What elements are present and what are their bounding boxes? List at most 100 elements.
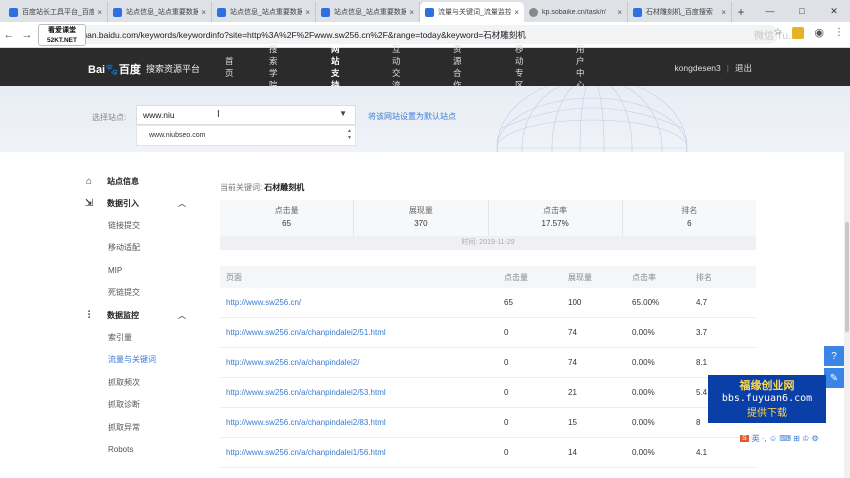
close-tab-icon[interactable]: × — [305, 8, 310, 17]
close-tab-icon[interactable]: × — [97, 8, 102, 17]
sidebar-item[interactable]: 抓取诊断 — [82, 394, 192, 417]
stats-summary: 点击量 65 展现量 370 点击率 17.57% 排名 6 — [220, 200, 756, 236]
browser-tab-title: 站点信息_站点重要数据... — [126, 9, 199, 16]
browser-tab[interactable]: 站点信息_站点重要数据... × — [108, 2, 212, 22]
nav-item[interactable]: 互动交流 — [392, 44, 401, 90]
column-header[interactable]: 页面 — [220, 272, 504, 283]
close-tab-icon[interactable]: × — [409, 8, 414, 17]
globe-icon — [529, 7, 538, 17]
nav-item[interactable]: 资源合作 — [453, 44, 462, 90]
page-link[interactable]: http://www.sw256.cn/a/chanpindalei2/53.h… — [220, 388, 504, 397]
close-tab-icon[interactable]: × — [514, 8, 519, 17]
nav-item[interactable]: 首页 — [225, 48, 234, 86]
baidu-favicon-icon — [425, 7, 434, 17]
sidebar-group-label: 数据监控 — [107, 310, 139, 320]
browser-tab[interactable]: 站点信息_站点重要数据... × — [212, 2, 316, 22]
close-tab-icon[interactable]: × — [721, 8, 726, 17]
extension-icon[interactable] — [792, 26, 805, 39]
nav-item[interactable]: 网站支持 — [331, 44, 340, 90]
table-cell: 4.1 — [696, 448, 708, 457]
browser-tab[interactable]: 流量与关键词_流量监控... × — [420, 2, 524, 22]
sidebar-group[interactable]: ⫶ 数据监控 ︿ — [82, 304, 192, 326]
set-default-site-link[interactable]: 将该网站设置为默认站点 — [368, 111, 456, 122]
browser-tab[interactable]: 百度站长工具平台_百度... × — [4, 2, 108, 22]
menu-icon[interactable]: ⋮ — [834, 27, 844, 38]
promo-banner: 福缘创业网 bbs.fuyuan6.com 提供下载 — [708, 375, 826, 423]
sidebar-group[interactable]: ⇲ 数据引入 ︿ — [82, 192, 192, 214]
time-label: 时间: 2019-11-29 — [220, 236, 756, 250]
close-tab-icon[interactable]: × — [617, 8, 622, 17]
browser-tab-title: 站点信息_站点重要数据... — [334, 9, 407, 16]
nav-item[interactable]: 用户中心 — [576, 44, 585, 90]
back-arrow-icon[interactable]: ← — [0, 29, 18, 41]
nav-item[interactable]: 移动专区 — [515, 44, 524, 90]
browser-tab[interactable]: 站点信息_站点重要数据... × — [316, 2, 420, 22]
username-link[interactable]: kongdesen3 — [674, 63, 720, 73]
column-header[interactable]: 展现量 — [568, 272, 632, 283]
sidebar-item[interactable]: 流量与关键词 — [82, 349, 192, 372]
dropdown-scroll-arrows-icon[interactable]: ▲ ▼ — [347, 128, 352, 142]
table-cell: 4.7 — [696, 298, 708, 307]
help-icon[interactable]: ? — [824, 346, 844, 366]
stat-label: 点击率 — [543, 206, 568, 215]
browser-tab[interactable]: kp.sobaike.cn/task/r/ × — [524, 2, 628, 22]
stat-card: 点击率 17.57% — [489, 200, 623, 236]
baidu-logo[interactable]: Bai🐾百度 — [88, 61, 141, 77]
browser-tab-title: 站点信息_站点重要数据... — [230, 9, 303, 16]
sidebar-item[interactable]: 链接提交 — [82, 214, 192, 237]
page-link[interactable]: http://www.sw256.cn/ — [220, 298, 504, 307]
page-link[interactable]: http://www.sw256.cn/a/chanpindalei1/56.h… — [220, 448, 504, 457]
table-cell: 65 — [504, 298, 513, 307]
sidebar-item[interactable]: 索引量 — [82, 326, 192, 349]
sidebar-item[interactable]: 死链提交 — [82, 282, 192, 305]
profile-icon[interactable]: ◉ — [814, 26, 824, 39]
close-tab-icon[interactable]: × — [201, 8, 206, 17]
stat-value: 370 — [414, 219, 428, 228]
table-cell: 0.00% — [632, 388, 655, 397]
chevron-up-icon[interactable]: ︿ — [178, 198, 192, 209]
column-header[interactable]: 排名 — [696, 272, 756, 283]
scrollbar-thumb[interactable] — [845, 222, 849, 332]
table-row: http://www.sw256.cn/a/chanpindalei1/56.h… — [220, 438, 756, 468]
page-link[interactable]: http://www.sw256.cn/a/chanpindalei2/83.h… — [220, 418, 504, 427]
sidebar-group[interactable]: ⌂ 站点信息 — [82, 170, 192, 192]
site-dropdown-option[interactable]: www.niubseo.com — [149, 132, 205, 139]
sidebar-item[interactable]: 抓取频次 — [82, 371, 192, 394]
main-content: ⌂ 站点信息 ⇲ 数据引入 ︿ 链接提交 移动适配 MIP 死链提交 ⫶ 数据监控 ︿ 索引量 流量与关键… — [0, 152, 850, 478]
stat-label: 排名 — [681, 206, 698, 215]
nav-item[interactable]: 搜索学院 — [269, 44, 278, 90]
sidebar-item[interactable]: Robots — [82, 439, 192, 462]
baidu-favicon-icon — [321, 7, 330, 17]
site-select-value[interactable]: www.niu — [143, 110, 175, 120]
site-dropdown-list: www.niubseo.com ▲ ▼ — [136, 125, 356, 146]
column-header[interactable]: 点击量 — [504, 272, 568, 283]
url-input[interactable]: ziyuan.baidu.com/keywords/keywordinfo?si… — [58, 25, 778, 44]
close-window-button[interactable]: ✕ — [818, 0, 850, 22]
chevron-up-icon[interactable]: ︿ — [178, 310, 192, 321]
sidebar-item[interactable]: 抓取异常 — [82, 416, 192, 439]
sidebar-item[interactable]: MIP — [82, 259, 192, 282]
top-navigation: Bai🐾百度 搜索资源平台 首页 搜索学院 网站支持 互动交流 资源合作 移动专区 用户中心… — [0, 44, 850, 90]
url-text: ziyuan.baidu.com/keywords/keywordinfo?si… — [72, 29, 526, 40]
logout-link[interactable]: 退出 — [735, 63, 752, 73]
sidebar-item[interactable]: 移动适配 — [82, 237, 192, 260]
maximize-button[interactable]: □ — [786, 0, 818, 22]
ime-toolbar-text: 英 ·, ☺ ⌨ ⊞ ♔ ⚙ — [751, 433, 819, 443]
column-header[interactable]: 点击率 — [632, 272, 696, 283]
table-cell: 0 — [504, 388, 509, 397]
page-scrollbar[interactable] — [844, 152, 850, 478]
page-link[interactable]: http://www.sw256.cn/a/chanpindalei2/51.h… — [220, 328, 504, 337]
table-cell: 100 — [568, 298, 582, 307]
forward-arrow-icon[interactable]: → — [18, 29, 36, 41]
new-tab-button[interactable]: + — [732, 2, 750, 22]
feedback-icon[interactable]: ✎ — [824, 368, 844, 388]
caret-down-icon[interactable]: ▼ — [339, 109, 347, 118]
page-table: 页面 点击量 展现量 点击率 排名 http://www.sw256.cn/65 100 6… — [220, 266, 756, 468]
page-link[interactable]: http://www.sw256.cn/a/chanpindalei2/ — [220, 358, 504, 367]
browser-tab[interactable]: 石材雕刻机_百度搜索 × — [628, 2, 732, 22]
bookmark-star-icon[interactable]: ☆ — [773, 27, 782, 38]
minimize-button[interactable]: — — [754, 0, 786, 22]
site-select[interactable]: www.niu I ▼ — [136, 105, 356, 125]
table-row: http://www.sw256.cn/a/chanpindalei2/0 74 0… — [220, 348, 756, 378]
ime-toolbar[interactable]: S 英 ·, ☺ ⌨ ⊞ ♔ ⚙ — [740, 431, 850, 445]
